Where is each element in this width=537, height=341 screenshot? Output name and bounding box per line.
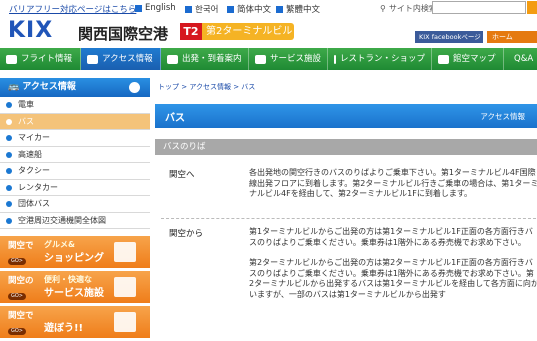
facebook-button[interactable]: KIX facebookページ <box>415 31 483 43</box>
page-title: バス <box>165 113 185 124</box>
sidebar: 🚌 アクセス情報 電車 バス マイカー 高速船 タクシー レンタカー 団体バス … <box>0 78 150 341</box>
sofa-icon <box>114 277 136 297</box>
lang-icon <box>185 5 192 13</box>
search-input[interactable] <box>432 1 526 14</box>
shopping-icon <box>114 242 136 262</box>
kix-logo[interactable]: KIX <box>8 18 53 43</box>
lang-simplified-chinese[interactable]: 简体中文 <box>227 3 271 15</box>
lang-icon <box>227 5 234 13</box>
row-divider <box>161 218 536 219</box>
lang-traditional-chinese[interactable]: 繁體中文 <box>276 3 320 15</box>
shop-icon <box>334 54 336 64</box>
plane-icon <box>6 54 17 64</box>
nav-flight-info[interactable]: フライト情報 <box>0 48 81 70</box>
sidebar-item-train[interactable]: 電車 <box>0 97 150 114</box>
nav-access-info[interactable]: アクセス情報 <box>81 48 161 70</box>
family-icon <box>114 312 136 332</box>
page-title-bar: バス アクセス情報 <box>155 104 537 128</box>
header: KIX 関西国際空港 T2 第2ターミナルビル KIX facebookページ … <box>0 16 537 48</box>
sidebar-item-transport-map[interactable]: 空港周辺交通機関全体図 <box>0 212 150 229</box>
bus-icon: 🚌 <box>8 82 20 92</box>
home-button[interactable]: ホーム <box>487 31 537 43</box>
go-badge: GO> <box>8 293 26 300</box>
sidebar-item-ferry[interactable]: 高速船 <box>0 146 150 163</box>
lang-icon <box>276 5 283 13</box>
bus-icon <box>87 54 98 64</box>
lang-english[interactable]: English <box>135 3 176 13</box>
row-label: 関空から <box>169 229 204 239</box>
section-header: バスのりば <box>155 139 537 155</box>
promo-play[interactable]: 関空で 遊ぼう!! GO> <box>0 306 150 338</box>
sidebar-item-car[interactable]: マイカー <box>0 130 150 147</box>
nav-qa[interactable]: Q&A <box>504 48 537 70</box>
lang-korean[interactable]: 한국어 <box>185 3 218 15</box>
airport-name: 関西国際空港 <box>78 25 169 43</box>
sidebar-list: 電車 バス マイカー 高速船 タクシー レンタカー 団体バス 空港周辺交通機関全… <box>0 97 150 229</box>
sidebar-item-group-bus[interactable]: 団体バス <box>0 196 150 213</box>
nav-service-facilities[interactable]: サービス施設 <box>249 48 328 70</box>
site-search-label: ⚲ サイト内検索 <box>380 4 437 13</box>
breadcrumb[interactable]: トップ > アクセス情報 > バス <box>158 82 255 92</box>
main-nav: フライト情報 アクセス情報 出発・到着案内 サービス施設 レストラン・ショップ … <box>0 48 537 70</box>
sidebar-item-bus[interactable]: バス <box>0 113 150 130</box>
nav-departure-arrival[interactable]: 出発・到着案内 <box>161 48 249 70</box>
go-badge: GO> <box>8 328 26 335</box>
facility-icon <box>255 54 266 64</box>
gate-icon <box>167 54 178 64</box>
barrier-free-link[interactable]: バリアフリー対応ページはこちら <box>9 3 136 15</box>
row-body: 第1ターミナルビルからご出発の方は第1ターミナルビル1F正面の各方面行きバスのり… <box>249 227 537 299</box>
nav-restaurants-shops[interactable]: レストラン・ショップ <box>328 48 432 70</box>
circle-icon <box>129 82 140 93</box>
promo-service-facilities[interactable]: 関空の 便利・快適な サービス施設 GO> <box>0 271 150 303</box>
row-label: 関空へ <box>169 170 195 180</box>
utility-bar: バリアフリー対応ページはこちら English 한국어 简体中文 繁體中文 ⚲ サ… <box>0 0 537 16</box>
map-icon <box>438 54 449 64</box>
go-badge: GO> <box>8 258 26 265</box>
page-category: アクセス情報 <box>480 112 525 121</box>
row-body: 各出発地の関空行きのバスのりばよりご乗車下さい。第1ターミナルビル4F国際線出発… <box>249 168 537 198</box>
search-button[interactable] <box>527 1 537 14</box>
lang-icon <box>135 4 142 12</box>
terminal-name: 第2ターミナルビル <box>202 23 294 40</box>
sidebar-header[interactable]: 🚌 アクセス情報 <box>0 78 150 97</box>
search-icon: ⚲ <box>380 4 386 13</box>
terminal-badge: T2 <box>180 23 202 40</box>
nav-map[interactable]: 館空マップ <box>432 48 504 70</box>
sidebar-item-taxi[interactable]: タクシー <box>0 163 150 180</box>
promo-gourmet-shopping[interactable]: 関空で グルメ& ショッピング GO> <box>0 236 150 268</box>
sidebar-item-rental-car[interactable]: レンタカー <box>0 179 150 196</box>
